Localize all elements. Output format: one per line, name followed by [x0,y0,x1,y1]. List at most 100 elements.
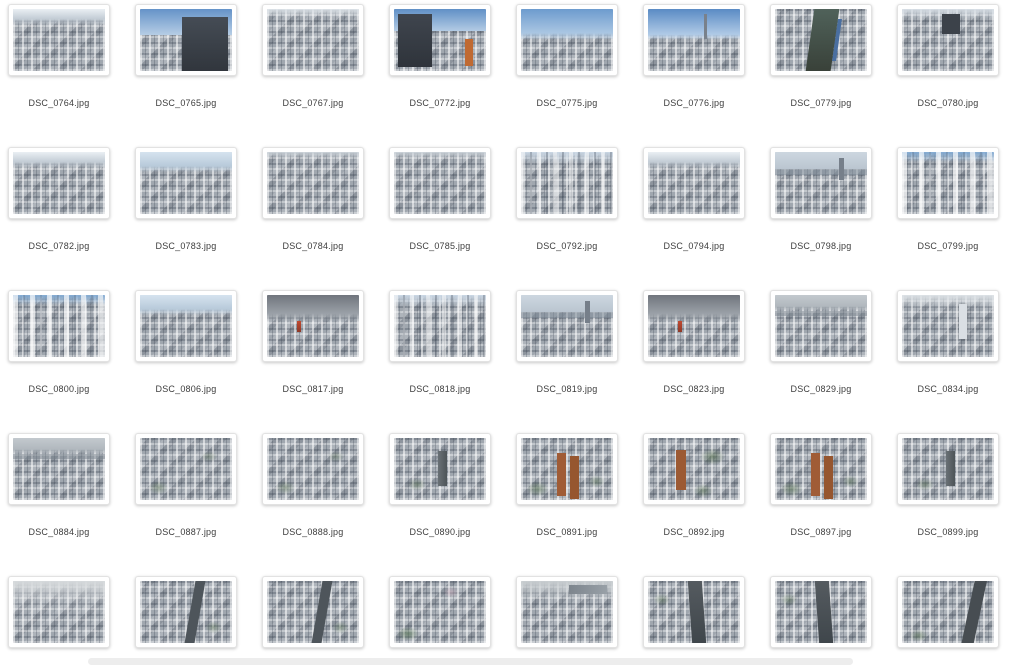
photo-thumbnail[interactable]: DSC_0767.jpg [262,4,364,109]
photo-image [902,581,994,643]
photo-thumbnail[interactable]: DSC_0884.jpg [8,433,110,538]
photo-image [267,9,359,71]
photo-image [13,438,105,500]
photo-filename: DSC_0890.jpg [409,527,471,537]
photo-thumbnail[interactable] [643,576,745,670]
photo-thumbnail[interactable]: DSC_0764.jpg [8,4,110,109]
photo-thumbnail[interactable] [8,576,110,670]
photo-filename: DSC_0780.jpg [917,98,979,108]
photo-image [13,9,105,71]
photo-filename: DSC_0779.jpg [790,98,852,108]
photo-thumbnail[interactable]: DSC_0829.jpg [770,290,872,395]
photo-thumbnail[interactable]: DSC_0772.jpg [389,4,491,109]
photo-image [394,9,486,71]
photo-frame [770,290,872,362]
photo-frame [516,433,618,505]
photo-thumbnail[interactable]: DSC_0782.jpg [8,147,110,252]
photo-image [140,152,232,214]
photo-thumbnail[interactable]: DSC_0899.jpg [897,433,999,538]
photo-thumbnail[interactable]: DSC_0834.jpg [897,290,999,395]
photo-image [648,295,740,357]
photo-image [394,295,486,357]
photo-filename: DSC_0776.jpg [663,98,725,108]
photo-thumbnail[interactable]: DSC_0891.jpg [516,433,618,538]
photo-frame [135,576,237,648]
photo-thumbnail[interactable]: DSC_0785.jpg [389,147,491,252]
horizontal-scrollbar-thumb[interactable] [88,658,853,665]
photo-thumbnail[interactable]: DSC_0794.jpg [643,147,745,252]
photo-filename: DSC_0818.jpg [409,384,471,394]
photo-filename: DSC_0819.jpg [536,384,598,394]
photo-thumbnail[interactable]: DSC_0775.jpg [516,4,618,109]
photo-frame [516,147,618,219]
photo-filename: DSC_0794.jpg [663,241,725,251]
photo-frame [135,147,237,219]
photo-frame [389,290,491,362]
photo-filename: DSC_0817.jpg [282,384,344,394]
photo-image [902,152,994,214]
photo-thumbnail[interactable]: DSC_0823.jpg [643,290,745,395]
photo-thumbnail[interactable]: DSC_0806.jpg [135,290,237,395]
photo-thumbnail[interactable] [770,576,872,670]
photo-filename: DSC_0783.jpg [155,241,217,251]
photo-frame [770,433,872,505]
photo-image [775,9,867,71]
photo-frame [897,147,999,219]
photo-filename: DSC_0785.jpg [409,241,471,251]
photo-thumbnail[interactable]: DSC_0779.jpg [770,4,872,109]
photo-thumbnail[interactable]: DSC_0783.jpg [135,147,237,252]
photo-filename: DSC_0792.jpg [536,241,598,251]
photo-thumbnail[interactable] [135,576,237,670]
photo-thumbnail[interactable]: DSC_0765.jpg [135,4,237,109]
photo-frame [516,4,618,76]
photo-frame [643,147,745,219]
photo-thumbnail[interactable]: DSC_0890.jpg [389,433,491,538]
photo-thumbnail[interactable]: DSC_0897.jpg [770,433,872,538]
photo-thumbnail[interactable]: DSC_0799.jpg [897,147,999,252]
photo-image [267,295,359,357]
photo-frame [8,576,110,648]
photo-thumbnail[interactable]: DSC_0892.jpg [643,433,745,538]
photo-frame [643,4,745,76]
photo-thumbnail[interactable] [516,576,618,670]
photo-frame [516,576,618,648]
photo-filename: DSC_0891.jpg [536,527,598,537]
photo-thumbnail[interactable]: DSC_0792.jpg [516,147,618,252]
photo-filename: DSC_0784.jpg [282,241,344,251]
photo-image [521,295,613,357]
photo-thumbnail[interactable]: DSC_0800.jpg [8,290,110,395]
photo-thumbnail[interactable]: DSC_0887.jpg [135,433,237,538]
photo-image [394,152,486,214]
photo-thumbnail[interactable]: DSC_0817.jpg [262,290,364,395]
photo-filename: DSC_0823.jpg [663,384,725,394]
photo-image [775,295,867,357]
photo-thumbnail[interactable] [389,576,491,670]
photo-image [521,152,613,214]
photo-thumbnail[interactable] [897,576,999,670]
photo-frame [389,433,491,505]
photo-thumbnail[interactable]: DSC_0818.jpg [389,290,491,395]
photo-thumbnail[interactable]: DSC_0784.jpg [262,147,364,252]
photo-thumbnail[interactable]: DSC_0888.jpg [262,433,364,538]
photo-image [267,438,359,500]
photo-frame [135,290,237,362]
photo-image [902,9,994,71]
photo-frame [262,290,364,362]
photo-filename: DSC_0799.jpg [917,241,979,251]
photo-frame [389,576,491,648]
photo-image [648,9,740,71]
photo-thumbnail[interactable]: DSC_0776.jpg [643,4,745,109]
photo-thumbnail[interactable]: DSC_0819.jpg [516,290,618,395]
photo-filename: DSC_0765.jpg [155,98,217,108]
photo-thumbnail[interactable]: DSC_0798.jpg [770,147,872,252]
photo-filename: DSC_0834.jpg [917,384,979,394]
photo-image [267,581,359,643]
photo-thumbnail[interactable]: DSC_0780.jpg [897,4,999,109]
photo-image [902,438,994,500]
photo-thumbnail[interactable] [262,576,364,670]
photo-image [394,581,486,643]
photo-frame [135,433,237,505]
photo-frame [135,4,237,76]
photo-image [140,581,232,643]
photo-image [13,295,105,357]
